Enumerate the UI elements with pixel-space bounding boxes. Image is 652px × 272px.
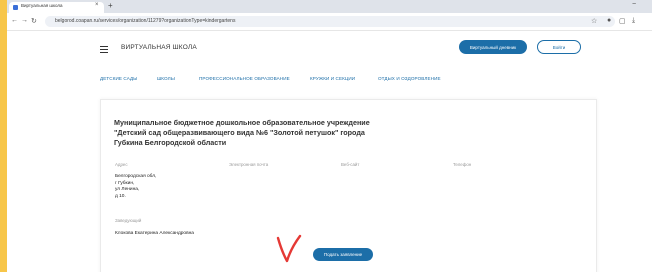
- organization-card: Муниципальное бюджетное дошкольное образ…: [100, 99, 597, 272]
- new-tab-button[interactable]: +: [108, 1, 113, 10]
- nav-clubs[interactable]: КРУЖКИ И СЕКЦИИ: [310, 76, 355, 81]
- login-button[interactable]: Войти: [537, 40, 581, 54]
- apply-button[interactable]: Подать заявление: [313, 248, 373, 261]
- director-name: Клокова Екатерина Александровна: [115, 231, 194, 236]
- address-label: Адрес: [115, 162, 128, 167]
- tab-title: Виртуальная школа: [21, 3, 63, 8]
- phone-label: Телефон: [453, 162, 472, 167]
- minimize-button[interactable]: −: [632, 1, 636, 8]
- nav-professional-education[interactable]: ПРОФЕССИОНАЛЬНОЕ ОБРАЗОВАНИЕ: [199, 76, 290, 81]
- website-label: Веб-сайт: [341, 162, 360, 167]
- tab-close-icon[interactable]: ×: [95, 2, 99, 8]
- organization-title: Муниципальное бюджетное дошкольное образ…: [114, 118, 370, 147]
- nav-recreation[interactable]: ОТДЫХ И ОЗДОРОВЛЕНИЕ: [378, 76, 441, 81]
- address-line: д 10.: [115, 193, 126, 199]
- red-checkmark-icon: [276, 234, 302, 263]
- virtual-diary-button[interactable]: Виртуальный дневник: [459, 40, 527, 54]
- menu-icon[interactable]: [100, 46, 108, 55]
- browser-window: Виртуальная школа × + − ← → ↻ belgorod.c…: [7, 0, 652, 272]
- address-bar: ← → ↻ belgorod.coapan.ru/services/organi…: [7, 13, 652, 31]
- extension-icon[interactable]: ●: [607, 17, 611, 24]
- url-text: belgorod.coapan.ru/services/organization…: [55, 18, 236, 24]
- favicon-icon: [13, 5, 18, 10]
- address-line: ул Ленина,: [115, 187, 140, 193]
- back-icon[interactable]: ←: [11, 17, 18, 24]
- download-icon[interactable]: ⤓: [632, 17, 635, 25]
- director-label: Заведующий: [115, 218, 142, 223]
- nav-kindergartens[interactable]: ДЕТСКИЕ САДЫ: [100, 76, 137, 81]
- email-label: Электронная почта: [229, 162, 269, 167]
- bookmark-star-icon[interactable]: ☆: [591, 17, 597, 25]
- reload-icon[interactable]: ↻: [31, 17, 37, 25]
- browser-tab[interactable]: Виртуальная школа ×: [9, 2, 104, 13]
- forward-icon[interactable]: →: [21, 17, 28, 24]
- address-line: Белгородская обл,: [115, 174, 157, 179]
- url-field[interactable]: belgorod.coapan.ru/services/organization…: [45, 16, 615, 27]
- tab-strip: Виртуальная школа × + −: [7, 0, 652, 13]
- sidepanel-icon[interactable]: ▢: [619, 17, 626, 25]
- address-value: Белгородская обл, г Губкин, ул Ленина, д…: [115, 174, 156, 200]
- site-name: ВИРТУАЛЬНАЯ ШКОЛА: [121, 44, 197, 51]
- nav-schools[interactable]: ШКОЛЫ: [157, 76, 175, 81]
